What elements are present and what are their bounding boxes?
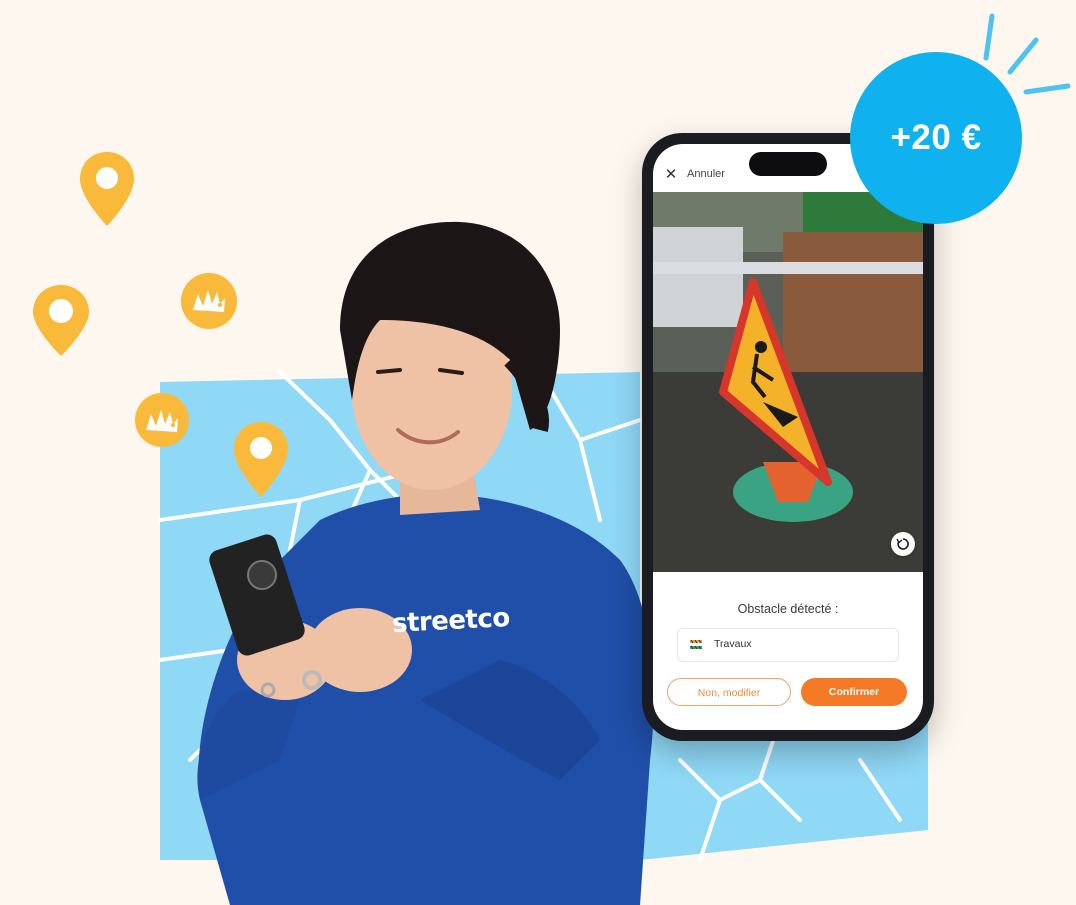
phone-screen: ✕ Annuler Obstacle détecté: Travaux Non… xyxy=(653,144,923,730)
obstacle-category-label: Travaux xyxy=(714,638,752,650)
close-icon[interactable]: ✕ xyxy=(663,167,679,183)
obstacle-detected-title: Obstacle détecté : xyxy=(737,602,839,616)
confirm-button[interactable]: Confirmer xyxy=(801,678,907,706)
obstacle-photo xyxy=(653,192,923,572)
rotate-photo-button[interactable] xyxy=(891,532,915,556)
reward-badge: +20 € xyxy=(850,52,1022,224)
modify-button[interactable]: Non, modifier xyxy=(667,678,791,706)
sweater-logo-text: streetco xyxy=(391,602,511,640)
hero-illustration: streetco ✕ Annuler Obstacle détecté: Tr… xyxy=(0,0,1076,905)
reward-amount: +20 € xyxy=(890,118,982,157)
rotate-icon xyxy=(896,538,909,550)
cancel-button[interactable]: Annuler xyxy=(687,168,725,180)
obstacle-category-field[interactable]: Travaux xyxy=(677,628,899,662)
phone-mockup: ✕ Annuler Obstacle détecté: Travaux Non… xyxy=(642,133,934,741)
construction-icon xyxy=(690,639,702,650)
